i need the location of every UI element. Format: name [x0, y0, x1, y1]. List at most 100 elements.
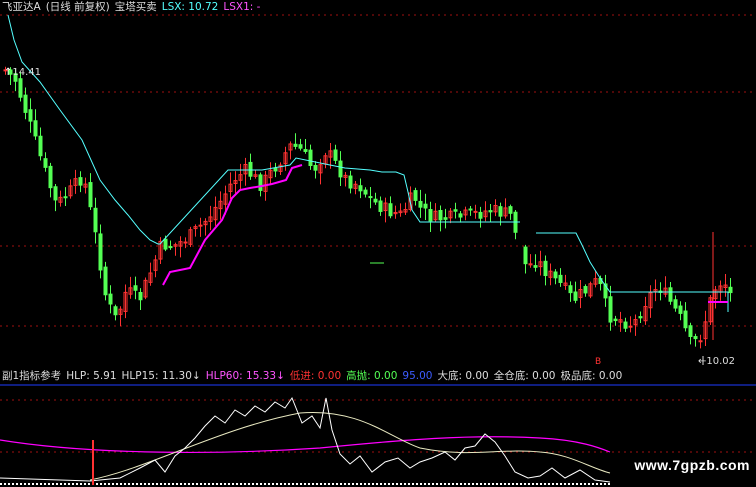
baseline-dot: [428, 483, 430, 485]
hlp15-value: HLP15: 11.30↓: [121, 370, 201, 382]
baseline-dot: [316, 483, 318, 485]
candle-body: [18, 78, 23, 98]
baseline-dot: [472, 483, 474, 485]
baseline-dot: [532, 483, 534, 485]
candle-body: [728, 286, 733, 294]
baseline-dot: [576, 483, 578, 485]
candle-body: [198, 224, 203, 227]
baseline-dot: [48, 483, 50, 485]
baseline-dot: [404, 483, 406, 485]
baseline-dot: [604, 483, 606, 485]
indicator-pane[interactable]: 副1指标参考 HLP: 5.91 HLP15: 11.30↓ HLP60: 15.33…: [0, 368, 756, 487]
baseline-dot: [0, 483, 2, 485]
baseline-dot: [268, 483, 270, 485]
baseline-dot: [172, 483, 174, 485]
baseline-dot: [228, 483, 230, 485]
baseline-dot: [436, 483, 438, 485]
baseline-dot: [308, 483, 310, 485]
baseline-dot: [568, 483, 570, 485]
candle-body: [678, 305, 683, 314]
candle-body: [438, 209, 443, 221]
candle-body: [93, 207, 98, 233]
candle-body: [443, 217, 448, 220]
baseline-dot: [476, 483, 478, 485]
baseline-dot: [156, 483, 158, 485]
price-chart-pane[interactable]: 飞亚达A (日线 前复权) 宝塔买卖 LSX: 10.72 LSX1: - ↑14.41…: [0, 0, 756, 368]
baseline-dot: [384, 483, 386, 485]
baseline-dot: [100, 483, 102, 485]
baseline-dot: [344, 483, 346, 485]
baseline-dot: [8, 483, 10, 485]
baseline-dot: [196, 483, 198, 485]
baseline-dot: [388, 483, 390, 485]
candle-body: [78, 177, 83, 186]
candle-body: [613, 318, 618, 322]
candle-body: [113, 306, 118, 316]
baseline-dot: [56, 483, 58, 485]
candle-body: [478, 211, 483, 219]
candle-body: [258, 174, 263, 191]
baseline-dot: [552, 483, 554, 485]
baseline-dot: [60, 483, 62, 485]
baseline-dot: [488, 483, 490, 485]
baseline-dot: [572, 483, 574, 485]
v95-value: 95.00: [402, 370, 433, 382]
candle-body: [573, 291, 578, 301]
candle-body: [683, 310, 688, 329]
baseline-dot: [104, 483, 106, 485]
baseline-dot: [132, 483, 134, 485]
candle-body: [668, 287, 673, 302]
baseline-dot: [184, 483, 186, 485]
baseline-dot: [112, 483, 114, 485]
baseline-dot: [200, 483, 202, 485]
baseline-dot: [204, 483, 206, 485]
candle-body: [468, 208, 473, 211]
baseline-dot: [456, 483, 458, 485]
baseline-dot: [148, 483, 150, 485]
hlp15-curve: [89, 411, 611, 481]
baseline-dot: [392, 483, 394, 485]
candle-body: [63, 196, 68, 199]
baseline-dot: [312, 483, 314, 485]
baseline-dot: [192, 483, 194, 485]
baseline-dot: [376, 483, 378, 485]
baseline-dot: [372, 483, 374, 485]
baseline-dot: [124, 483, 126, 485]
baseline-dot: [216, 483, 218, 485]
baseline-dot: [600, 483, 602, 485]
baseline-dot: [160, 483, 162, 485]
baseline-dot: [208, 483, 210, 485]
baseline-dot: [40, 483, 42, 485]
baseline-dot: [452, 483, 454, 485]
baseline-dot: [336, 483, 338, 485]
dadi-value: 大底: 0.00: [437, 370, 489, 382]
candle-body: [163, 238, 168, 250]
baseline-dot: [248, 483, 250, 485]
baseline-dot: [380, 483, 382, 485]
baseline-dot: [108, 483, 110, 485]
candlestick-chart[interactable]: [0, 0, 756, 368]
candle-body: [533, 265, 538, 268]
baseline-dot: [332, 483, 334, 485]
candle-body: [568, 285, 573, 294]
candle-body: [183, 241, 188, 244]
baseline-dot: [4, 483, 6, 485]
baseline-dot: [72, 483, 74, 485]
candle-body: [248, 161, 253, 177]
baseline-dot: [304, 483, 306, 485]
baseline-dot: [544, 483, 546, 485]
baseline-dot: [68, 483, 70, 485]
baseline-dot: [220, 483, 222, 485]
candle-body: [293, 143, 298, 147]
baseline-dot: [440, 483, 442, 485]
baseline-dot: [508, 483, 510, 485]
baseline-dot: [292, 483, 294, 485]
candle-body: [23, 94, 28, 113]
candle-body: [413, 190, 418, 201]
candle-body: [363, 189, 368, 195]
candle-body: [423, 203, 428, 209]
baseline-dot: [360, 483, 362, 485]
baseline-dot: [152, 483, 154, 485]
candle-body: [33, 120, 38, 137]
baseline-dot: [280, 483, 282, 485]
